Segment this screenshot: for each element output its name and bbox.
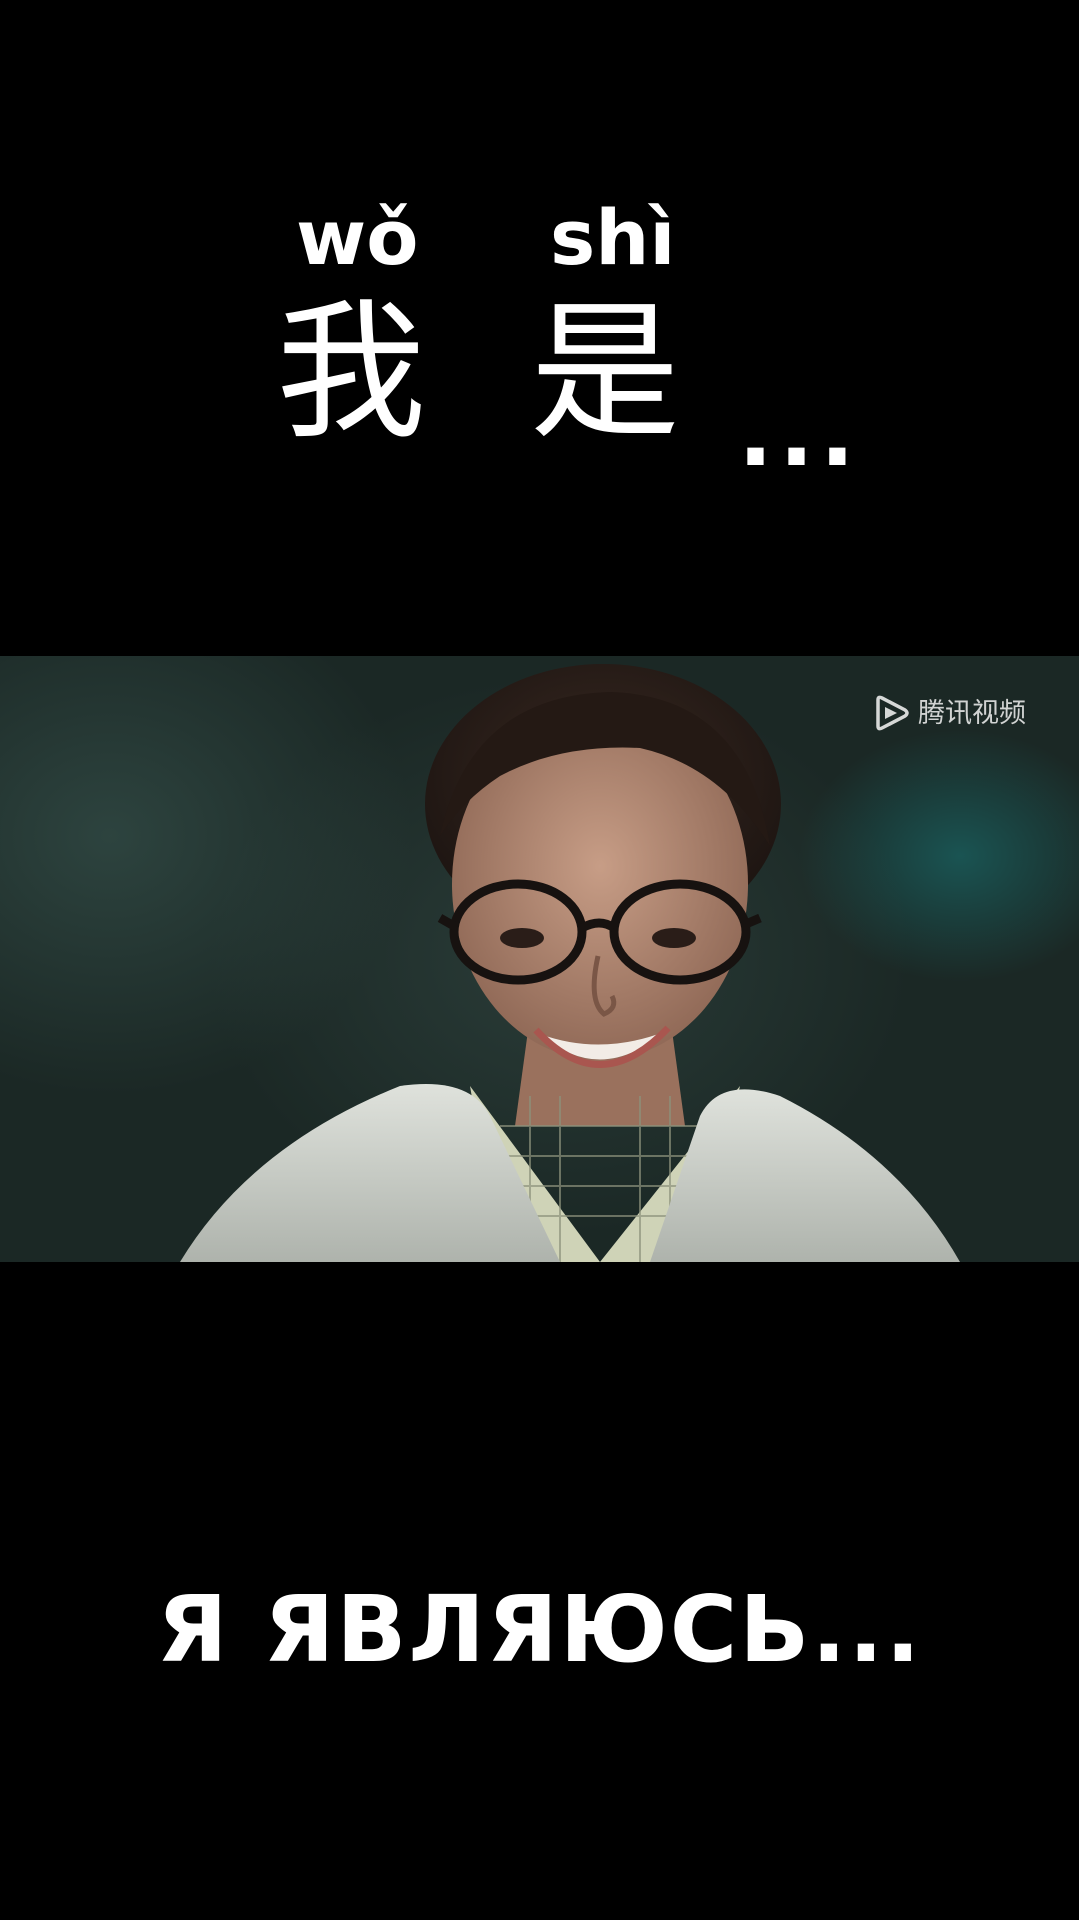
top-caption-ellipsis: ... [738,380,861,487]
pinyin-shi: shì [550,193,676,282]
video-watermark: 腾讯视频 [872,694,1026,732]
left-eye [500,928,544,948]
watermark-text: 腾讯视频 [918,697,1026,729]
video-frame: 腾讯视频 [0,656,1079,1262]
right-eye [652,928,696,948]
bottom-caption: Я ЯВЛЯЮСЬ... [156,1576,923,1683]
lab-coat [180,1084,560,1262]
pinyin-wo: wǒ [296,193,419,282]
hanzi-shi: 是 [530,286,681,460]
tencent-video-logo-icon [872,694,910,732]
lab-coat-right [650,1089,960,1262]
scene-illustration [180,664,960,1262]
hanzi-wo: 我 [276,286,427,460]
